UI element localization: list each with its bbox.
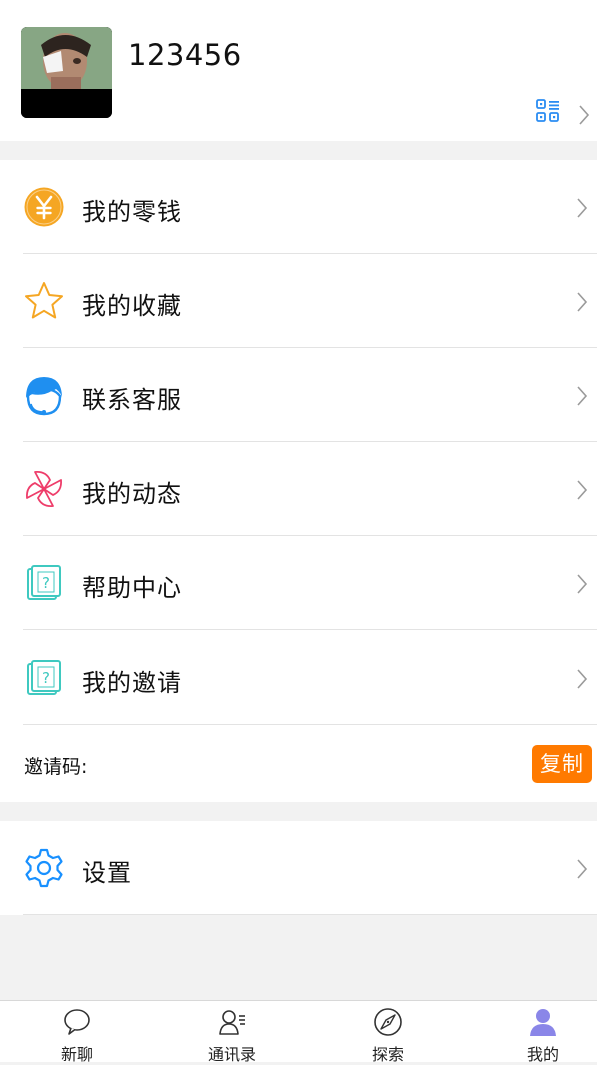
help-card-icon: ? <box>27 660 61 695</box>
divider <box>23 724 597 725</box>
invite-code-label: 邀请码: <box>24 756 88 778</box>
menu-item-label: 我的动态 <box>82 480 182 508</box>
yuan-coin-icon <box>24 187 64 227</box>
person-icon <box>530 1009 556 1036</box>
divider <box>23 629 597 630</box>
tab-chat[interactable]: 新聊 <box>27 1001 127 1064</box>
tab-me[interactable]: 我的 <box>493 1001 593 1064</box>
help-card-icon: ? <box>27 565 61 600</box>
divider <box>23 914 597 915</box>
tab-label: 探索 <box>371 1045 404 1064</box>
tab-contacts[interactable]: 通讯录 <box>182 1001 282 1064</box>
settings-group: 设置 <box>0 821 597 915</box>
menu-item-label: 帮助中心 <box>82 574 182 602</box>
menu-item-label: 设置 <box>82 859 132 887</box>
svg-text:?: ? <box>42 574 50 592</box>
invite-code-row: 邀请码: 复制 <box>0 726 597 802</box>
tab-label: 我的 <box>526 1045 559 1064</box>
pinwheel-icon <box>26 471 62 507</box>
chevron-right-icon <box>577 198 588 218</box>
menu-item-label: 联系客服 <box>82 386 182 414</box>
tab-label: 新聊 <box>60 1045 93 1064</box>
qr-code-icon[interactable] <box>536 99 560 123</box>
compass-icon <box>374 1008 402 1036</box>
contacts-icon <box>219 1010 245 1035</box>
menu-item-wallet[interactable]: 我的零钱 <box>0 160 597 254</box>
chevron-right-icon <box>577 480 588 500</box>
menu-item-settings[interactable]: 设置 <box>0 821 597 915</box>
menu-item-invites[interactable]: ? 我的邀请 <box>0 631 597 725</box>
chat-bubble-icon <box>64 1009 90 1035</box>
bottom-tab-bar: 新聊 通讯录 探索 我的 <box>0 1000 597 1064</box>
tab-label: 通讯录 <box>207 1045 256 1064</box>
chevron-right-icon <box>579 105 590 125</box>
menu-item-favorites[interactable]: 我的收藏 <box>0 254 597 348</box>
menu-item-label: 我的收藏 <box>82 292 182 320</box>
username: 123456 <box>128 38 242 72</box>
chevron-right-icon <box>577 292 588 312</box>
gear-icon <box>25 848 63 888</box>
menu-group: 我的零钱 我的收藏 联系客服 我的动态 ? 帮助中心 ? 我的邀请 邀请码: 复… <box>0 160 597 802</box>
profile-header[interactable]: 123456 <box>0 0 597 141</box>
menu-item-moments[interactable]: 我的动态 <box>0 442 597 536</box>
menu-item-help[interactable]: ? 帮助中心 <box>0 536 597 630</box>
svg-text:?: ? <box>42 669 50 687</box>
copy-button[interactable]: 复制 <box>532 745 592 783</box>
menu-item-customer-service[interactable]: 联系客服 <box>0 348 597 442</box>
chevron-right-icon <box>577 386 588 406</box>
tab-discover[interactable]: 探索 <box>338 1001 438 1064</box>
chevron-right-icon <box>577 669 588 689</box>
chevron-right-icon <box>577 859 588 879</box>
headset-agent-icon <box>26 377 62 416</box>
menu-item-label: 我的零钱 <box>82 198 182 226</box>
avatar[interactable] <box>21 27 112 118</box>
chevron-right-icon <box>577 574 588 594</box>
menu-item-label: 我的邀请 <box>82 669 182 697</box>
star-icon <box>25 282 63 319</box>
